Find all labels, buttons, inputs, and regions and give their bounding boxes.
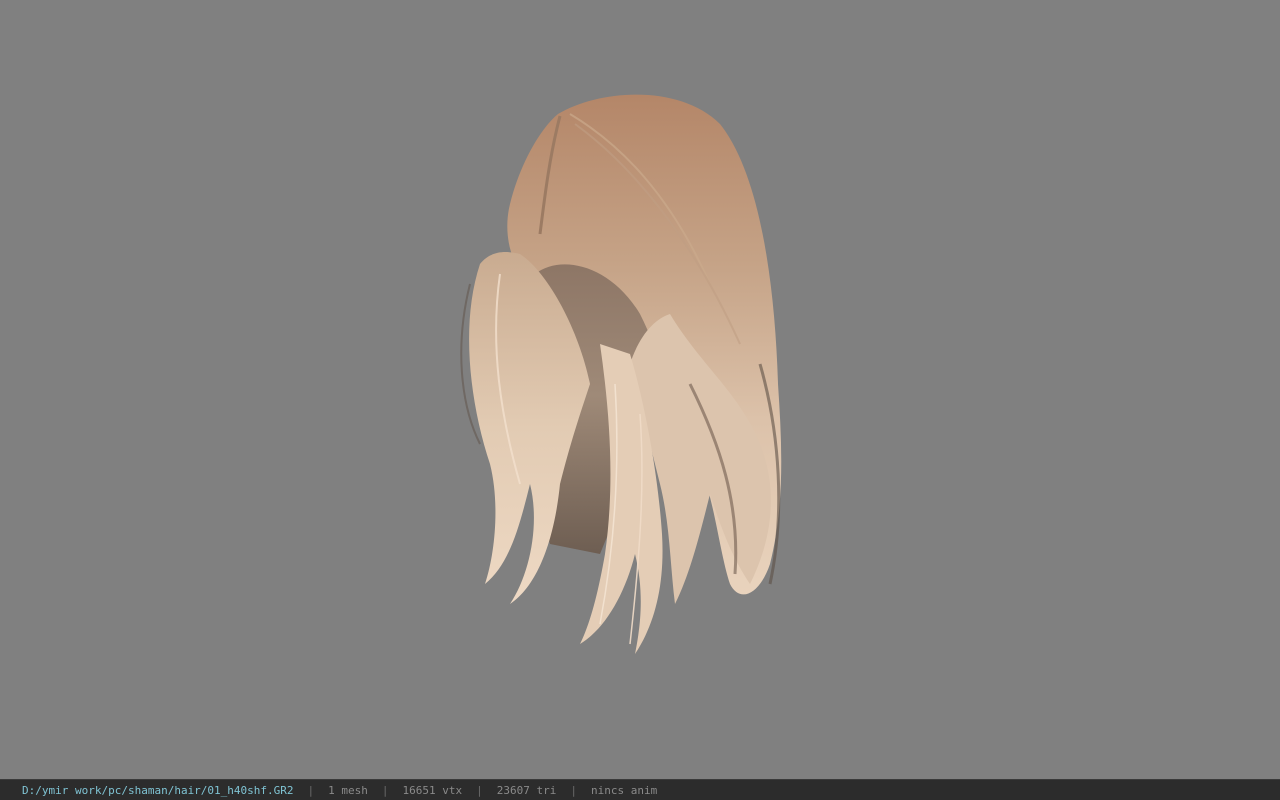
status-bar: D:/ymir work/pc/shaman/hair/01_h40shf.GR… xyxy=(0,779,1280,800)
hair-model[interactable] xyxy=(440,84,800,664)
file-path: D:/ymir work/pc/shaman/hair/01_h40shf.GR… xyxy=(22,783,294,797)
triangle-count: 23607 tri xyxy=(496,783,557,797)
mesh-count: 1 mesh xyxy=(328,783,368,797)
separator: | xyxy=(570,783,577,797)
separator: | xyxy=(307,783,315,797)
3d-viewport[interactable] xyxy=(0,0,1280,779)
separator: | xyxy=(476,783,483,797)
separator: | xyxy=(381,783,389,797)
animation-status: nincs anim xyxy=(591,783,658,797)
vertex-count: 16651 vtx xyxy=(402,783,463,797)
